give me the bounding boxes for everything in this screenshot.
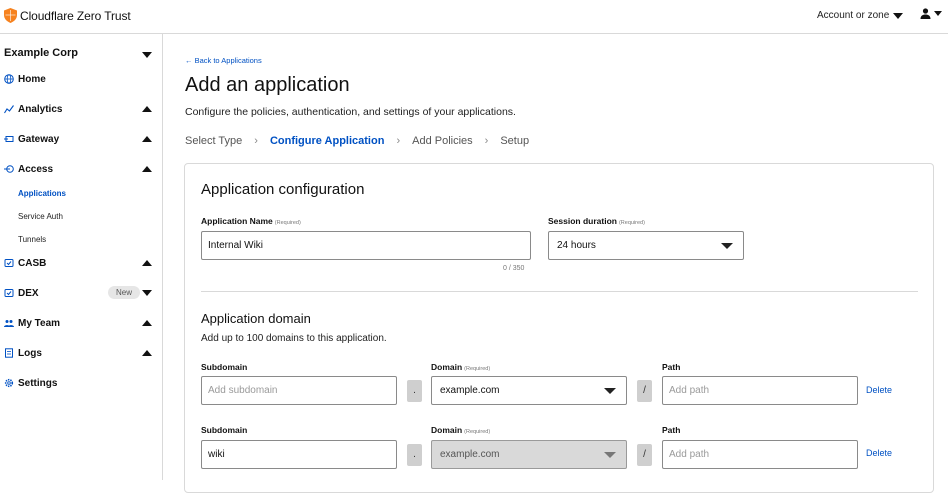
slash-separator: / bbox=[637, 380, 652, 402]
configuration-card: Application configuration Application Na… bbox=[184, 163, 934, 493]
path-input[interactable]: Add path bbox=[662, 376, 858, 405]
analytics-icon bbox=[4, 105, 14, 114]
step-add-policies[interactable]: Add Policies bbox=[412, 135, 473, 147]
chevron-right-icon: › bbox=[254, 135, 258, 147]
sidebar-item-gateway[interactable]: Gateway bbox=[4, 131, 156, 147]
back-to-applications-link[interactable]: ← Back to Applications bbox=[185, 56, 262, 65]
brand-name: Cloudflare Zero Trust bbox=[20, 8, 131, 23]
page-title: Add an application bbox=[185, 74, 350, 96]
domain-select-disabled: example.com bbox=[431, 440, 627, 469]
dex-icon bbox=[4, 289, 14, 297]
sidebar-item-label: Analytics bbox=[18, 103, 63, 115]
sidebar-item-access[interactable]: Access bbox=[4, 161, 156, 177]
logs-icon bbox=[5, 348, 13, 358]
sidebar: Example Corp Home Analytics Gateway Acce… bbox=[0, 34, 163, 480]
step-configure-application[interactable]: Configure Application bbox=[270, 135, 384, 147]
dot-separator: . bbox=[407, 444, 422, 466]
shield-logo-icon bbox=[4, 8, 17, 23]
session-duration-label: Session duration (Required) bbox=[548, 216, 645, 226]
application-domain-heading: Application domain bbox=[201, 311, 311, 326]
globe-icon bbox=[4, 74, 14, 84]
sidebar-item-home[interactable]: Home bbox=[4, 71, 156, 87]
application-name-input[interactable]: Internal Wiki bbox=[201, 231, 531, 260]
wizard-steps: Select Type › Configure Application › Ad… bbox=[185, 135, 529, 147]
application-configuration-heading: Application configuration bbox=[201, 181, 365, 198]
sidebar-item-label: Settings bbox=[18, 377, 58, 389]
user-menu[interactable] bbox=[920, 8, 942, 19]
domain-label: Domain (Required) bbox=[431, 362, 491, 372]
sidebar-item-label: DEX bbox=[18, 287, 39, 299]
caret-down-icon bbox=[604, 452, 616, 458]
session-duration-select[interactable]: 24 hours bbox=[548, 231, 744, 260]
sidebar-item-settings[interactable]: Settings bbox=[4, 375, 156, 391]
subdomain-input[interactable]: Add subdomain bbox=[201, 376, 397, 405]
sidebar-item-label: Gateway bbox=[18, 133, 60, 145]
path-input[interactable]: Add path bbox=[662, 440, 858, 469]
top-bar: Cloudflare Zero Trust Account or zone bbox=[0, 0, 948, 34]
sidebar-subitem-applications[interactable]: Applications bbox=[18, 189, 66, 198]
sidebar-item-label: Home bbox=[18, 73, 46, 85]
sidebar-subitem-tunnels[interactable]: Tunnels bbox=[18, 235, 46, 244]
chevron-up-icon bbox=[142, 260, 152, 266]
sidebar-subitem-service-auth[interactable]: Service Auth bbox=[18, 212, 63, 221]
subdomain-input[interactable]: wiki bbox=[201, 440, 397, 469]
application-name-label: Application Name (Required) bbox=[201, 216, 301, 226]
account-zone-dropdown[interactable]: Account or zone bbox=[817, 10, 904, 21]
org-switcher-caret-icon[interactable] bbox=[142, 52, 152, 58]
chevron-up-icon bbox=[142, 166, 152, 172]
caret-down-icon bbox=[893, 12, 904, 19]
session-duration-value: 24 hours bbox=[557, 240, 596, 251]
org-name: Example Corp bbox=[4, 47, 78, 59]
domain-select[interactable]: example.com bbox=[431, 376, 627, 405]
slash-separator: / bbox=[637, 444, 652, 466]
brand-logo[interactable]: Cloudflare Zero Trust bbox=[4, 8, 131, 23]
subdomain-label: Subdomain bbox=[201, 425, 248, 435]
chevron-up-icon bbox=[142, 106, 152, 112]
sidebar-item-logs[interactable]: Logs bbox=[4, 345, 156, 361]
team-icon bbox=[4, 320, 14, 327]
sidebar-item-label: My Team bbox=[18, 317, 61, 329]
sidebar-item-analytics[interactable]: Analytics bbox=[4, 101, 156, 117]
path-label: Path bbox=[662, 425, 681, 435]
chevron-down-icon bbox=[142, 290, 152, 296]
casb-icon bbox=[4, 259, 14, 267]
sidebar-item-label: CASB bbox=[18, 257, 47, 269]
sidebar-item-label: Access bbox=[18, 163, 54, 175]
chevron-up-icon bbox=[142, 136, 152, 142]
delete-domain-button[interactable]: Delete bbox=[866, 448, 892, 458]
domain-value: example.com bbox=[440, 385, 500, 396]
sidebar-item-dex[interactable]: DEX New bbox=[4, 285, 156, 301]
account-zone-label: Account or zone bbox=[817, 10, 890, 21]
delete-domain-button[interactable]: Delete bbox=[866, 385, 892, 395]
chevron-right-icon: › bbox=[396, 135, 401, 147]
chevron-right-icon: › bbox=[484, 135, 489, 147]
dot-separator: . bbox=[407, 380, 422, 402]
domain-label: Domain (Required) bbox=[431, 425, 491, 435]
caret-down-icon bbox=[934, 11, 942, 16]
application-domain-subtitle: Add up to 100 domains to this applicatio… bbox=[201, 333, 387, 344]
access-icon bbox=[4, 165, 14, 173]
path-label: Path bbox=[662, 362, 681, 372]
domain-value: example.com bbox=[440, 449, 500, 460]
subdomain-label: Subdomain bbox=[201, 362, 248, 372]
user-icon bbox=[920, 8, 931, 19]
new-badge: New bbox=[108, 286, 141, 299]
sidebar-item-my-team[interactable]: My Team bbox=[4, 315, 156, 331]
caret-down-icon bbox=[604, 388, 616, 394]
sidebar-item-label: Logs bbox=[18, 347, 42, 359]
page-description: Configure the policies, authentication, … bbox=[185, 106, 516, 118]
section-divider bbox=[201, 291, 918, 292]
character-counter: 0 / 350 bbox=[503, 265, 525, 272]
step-select-type[interactable]: Select Type bbox=[185, 135, 242, 147]
sidebar-item-casb[interactable]: CASB bbox=[4, 255, 156, 271]
chevron-up-icon bbox=[142, 320, 152, 326]
step-setup[interactable]: Setup bbox=[500, 135, 529, 147]
caret-down-icon bbox=[721, 243, 733, 249]
gear-icon bbox=[4, 378, 14, 388]
gateway-icon bbox=[4, 136, 14, 142]
chevron-up-icon bbox=[142, 350, 152, 356]
